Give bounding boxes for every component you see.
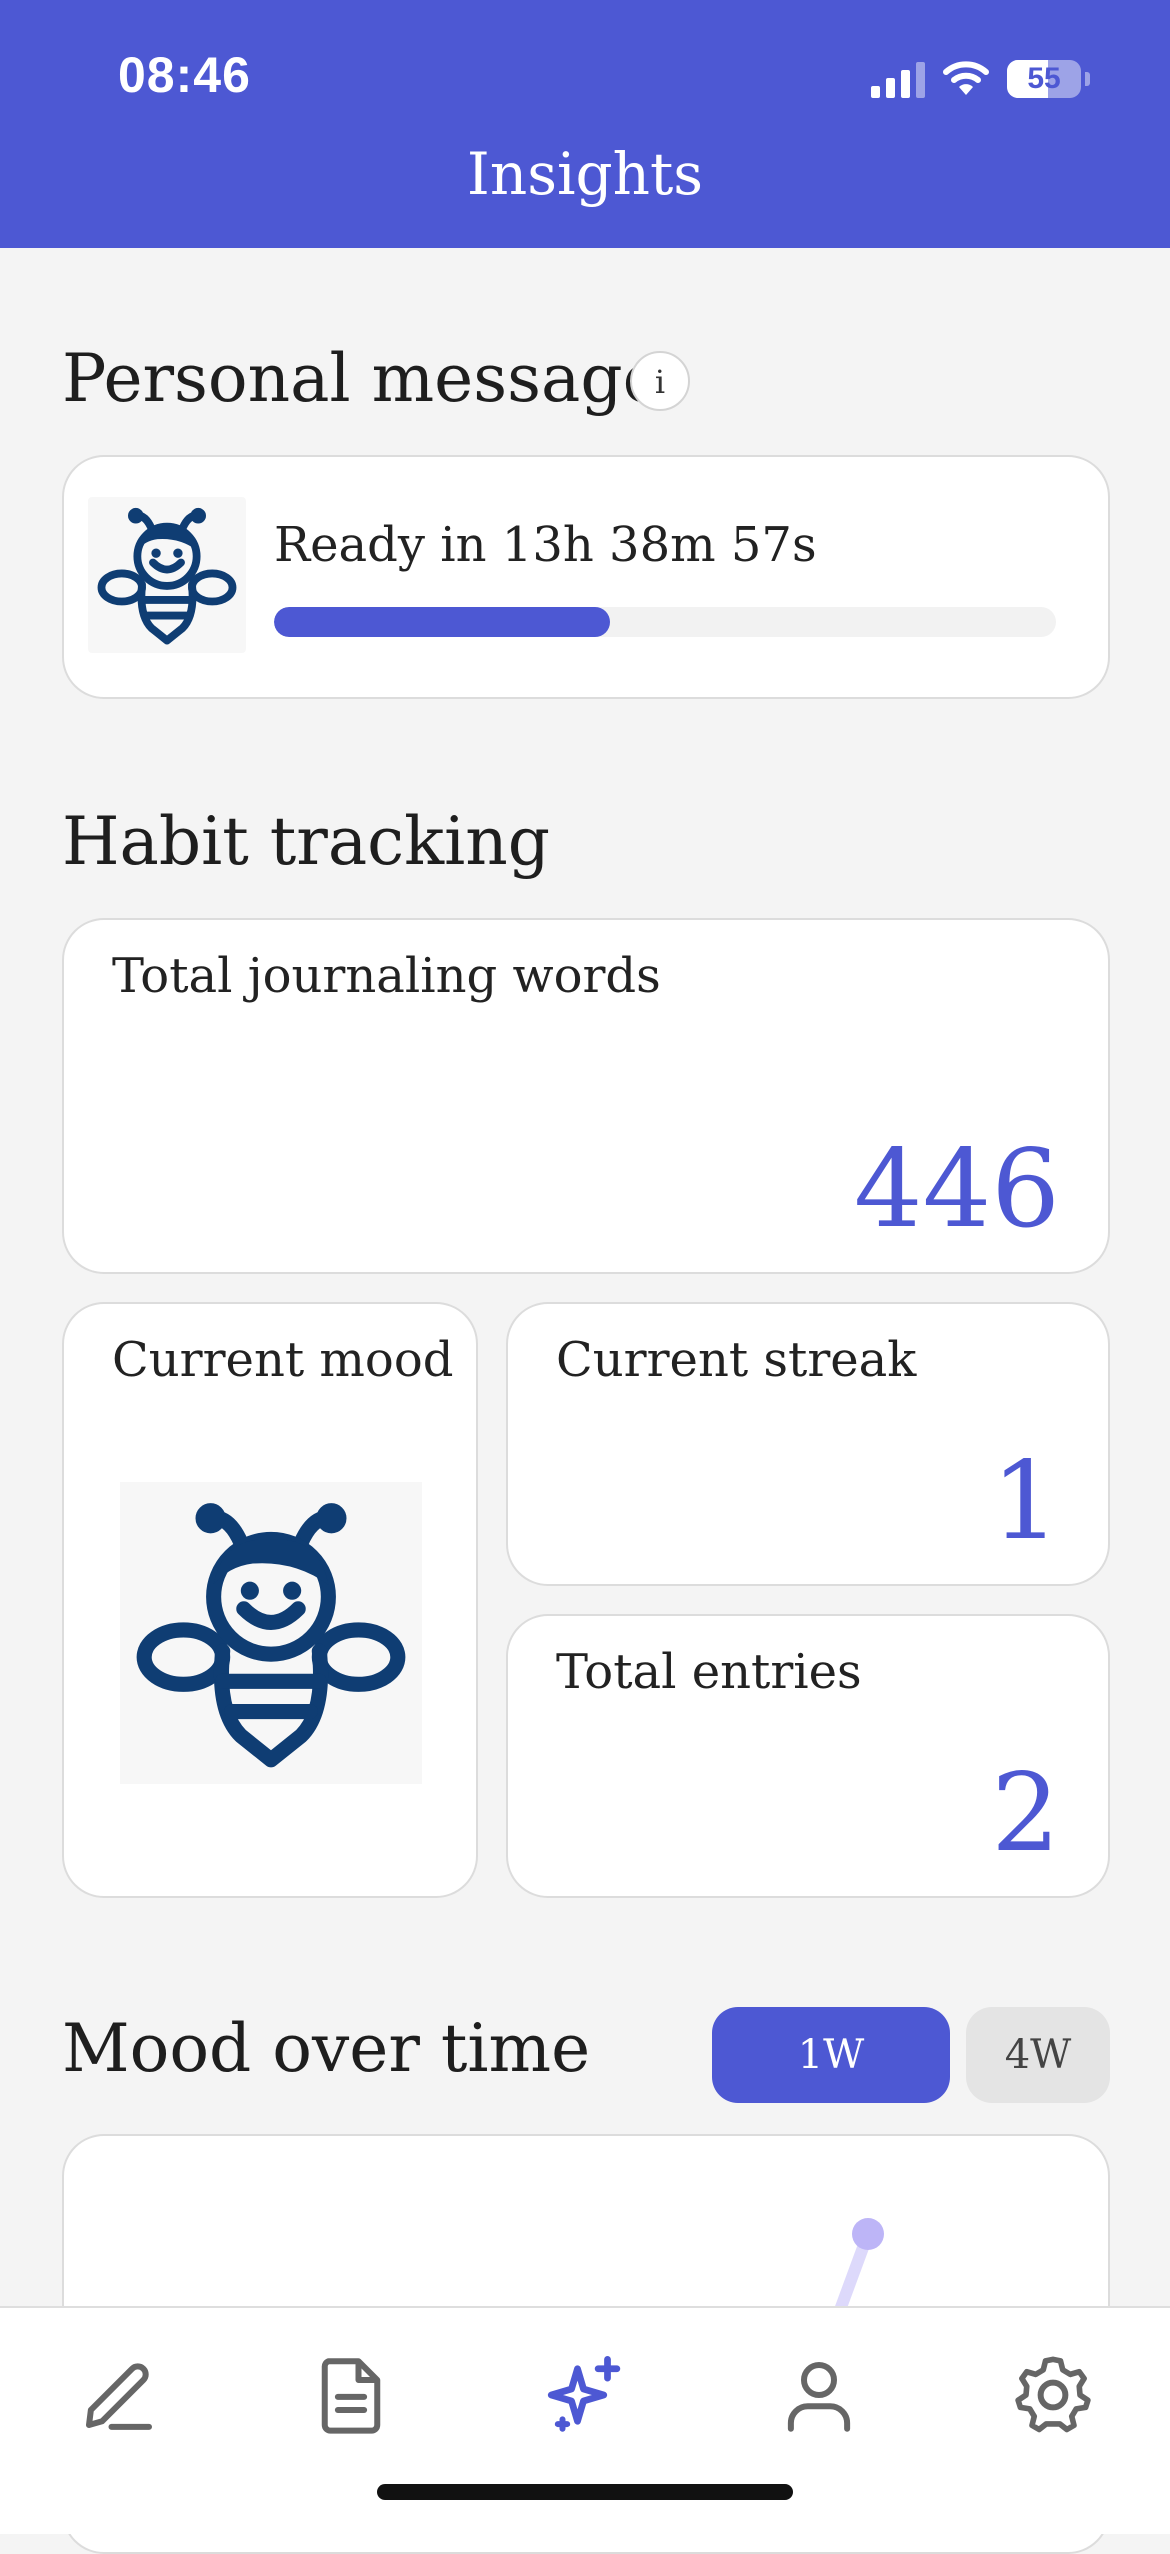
personal-message-title: Personal message xyxy=(62,340,662,417)
entries-icon[interactable] xyxy=(306,2350,396,2440)
current-mood-label: Current mood xyxy=(112,1332,454,1388)
insights-icon[interactable] xyxy=(540,2350,630,2440)
profile-icon[interactable] xyxy=(774,2350,864,2440)
total-words-label: Total journaling words xyxy=(112,948,661,1004)
mood-over-time-title: Mood over time xyxy=(62,2010,591,2087)
current-streak-value: 1 xyxy=(991,1439,1060,1564)
wifi-icon xyxy=(943,61,989,95)
status-time: 08:46 xyxy=(118,47,251,103)
total-words-card[interactable]: Total journaling words 446 xyxy=(62,918,1110,1274)
write-icon[interactable] xyxy=(74,2350,164,2440)
battery-icon: 55 xyxy=(1007,60,1081,98)
current-mood-card[interactable]: Current mood xyxy=(62,1302,478,1898)
info-button[interactable]: i xyxy=(630,351,690,411)
bee-mascot-icon xyxy=(88,497,246,653)
total-entries-value: 2 xyxy=(991,1751,1060,1876)
home-indicator xyxy=(377,2484,793,2500)
total-entries-label: Total entries xyxy=(556,1644,862,1700)
personal-message-card[interactable]: Ready in 13h 38m 57s xyxy=(62,455,1110,699)
page-title: Insights xyxy=(466,140,704,208)
ready-countdown-text: Ready in 13h 38m 57s xyxy=(274,517,817,573)
total-entries-card[interactable]: Total entries 2 xyxy=(506,1614,1110,1898)
habit-tracking-title: Habit tracking xyxy=(62,803,551,880)
mood-data-point xyxy=(852,2218,884,2250)
bee-icon xyxy=(97,507,237,645)
settings-icon[interactable] xyxy=(1008,2350,1098,2440)
current-streak-card[interactable]: Current streak 1 xyxy=(506,1302,1110,1586)
current-streak-label: Current streak xyxy=(556,1332,917,1388)
range-4w-button[interactable]: 4W xyxy=(966,2007,1110,2103)
mood-bee-icon xyxy=(120,1482,422,1784)
message-progress-bar xyxy=(274,607,1056,637)
battery-percent: 55 xyxy=(1027,62,1061,95)
battery-tip xyxy=(1085,72,1090,86)
cellular-signal-icon xyxy=(871,60,925,98)
message-progress-fill xyxy=(274,607,611,637)
bee-icon xyxy=(136,1503,406,1768)
status-icons: 55 xyxy=(871,54,1090,104)
app-header: 08:46 55 Insights xyxy=(0,0,1170,248)
range-1w-button[interactable]: 1W xyxy=(712,2007,950,2103)
total-words-value: 446 xyxy=(853,1127,1060,1252)
